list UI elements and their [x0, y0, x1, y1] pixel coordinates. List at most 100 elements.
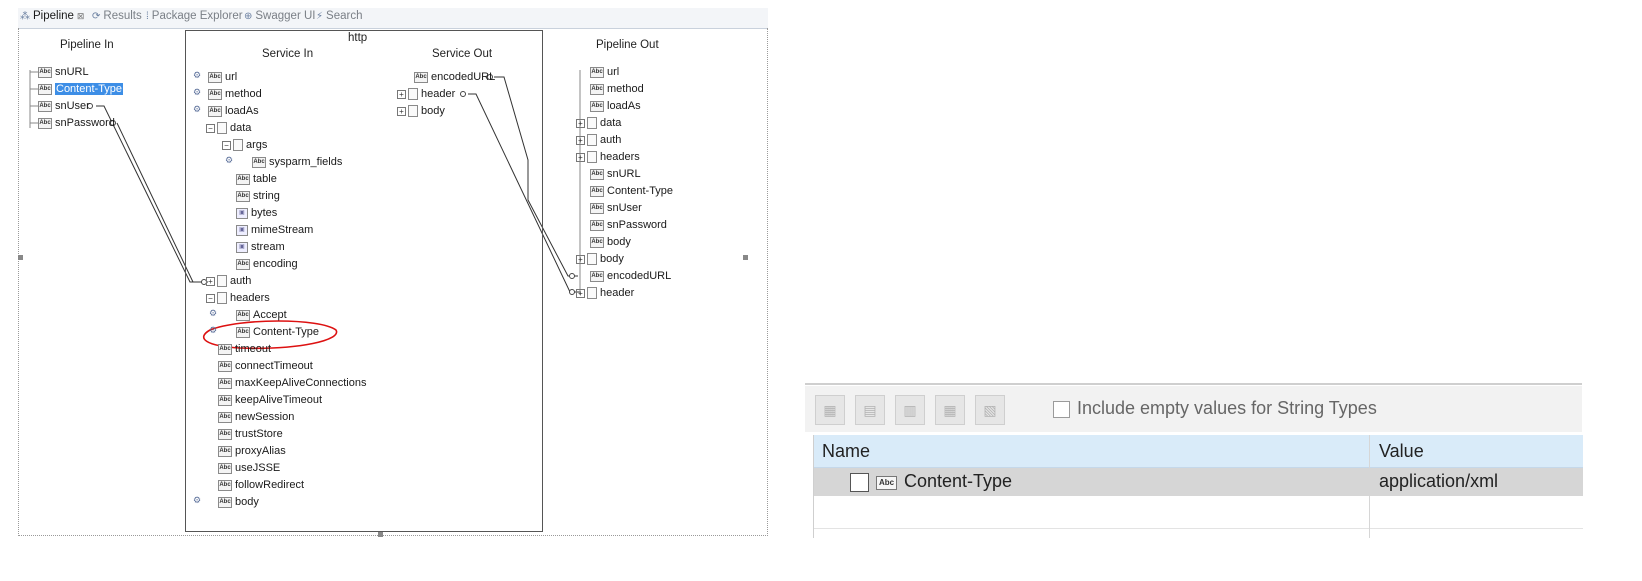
delete-column-icon[interactable]: ▥: [895, 395, 925, 425]
service-out-item[interactable]: Abc encodedURL: [414, 70, 495, 84]
string-icon: Abc: [38, 83, 52, 95]
pipeline-out-item[interactable]: + body: [576, 252, 624, 266]
document-icon: [233, 139, 243, 151]
pipeline-out-item[interactable]: Abc url: [590, 65, 619, 79]
expand-icon[interactable]: +: [576, 135, 585, 145]
expand-icon[interactable]: +: [576, 288, 585, 298]
service-in-item[interactable]: Abc followRedirect: [218, 478, 304, 492]
service-in-item[interactable]: ▣ mimeStream: [236, 223, 313, 237]
pipeline-out-item[interactable]: + header: [576, 286, 634, 300]
string-icon: Abc: [876, 476, 897, 490]
collapse-icon[interactable]: −: [222, 140, 231, 150]
pipeline-out-item[interactable]: Abc body: [590, 235, 631, 249]
expand-icon[interactable]: +: [576, 152, 585, 162]
pipeline-out-item[interactable]: + auth: [576, 133, 621, 147]
pipeline-in-item[interactable]: Abc snUser: [38, 99, 90, 113]
string-icon: Abc: [218, 394, 232, 406]
expand-icon[interactable]: +: [576, 254, 585, 264]
row-checkbox[interactable]: [850, 473, 869, 492]
string-icon: Abc: [218, 428, 232, 440]
service-in-item[interactable]: Abc newSession: [218, 410, 294, 424]
pipeline-in-item[interactable]: Abc snURL: [38, 65, 89, 79]
map-indicator-icon: ⚙: [209, 325, 218, 335]
pipeline-out-item[interactable]: Abc method: [590, 82, 644, 96]
pipeline-out-item[interactable]: Abc snURL: [590, 167, 641, 181]
pipeline-out-item[interactable]: Abc snPassword: [590, 218, 667, 232]
clear-icon[interactable]: ▧: [975, 395, 1005, 425]
document-icon: [408, 105, 418, 117]
collapse-icon[interactable]: −: [206, 123, 215, 133]
service-in-item[interactable]: Abc loadAs: [208, 104, 259, 118]
string-icon: Abc: [218, 343, 232, 355]
map-indicator-icon: ⚙: [193, 87, 202, 97]
service-in-item[interactable]: Abc keepAliveTimeout: [218, 393, 322, 407]
service-in-item[interactable]: ▣ stream: [236, 240, 285, 254]
pipeline-out-item[interactable]: + headers: [576, 150, 640, 164]
service-in-item[interactable]: + auth: [206, 274, 251, 288]
string-icon: Abc: [218, 462, 232, 474]
expand-icon[interactable]: +: [397, 106, 406, 116]
service-in-item[interactable]: − args: [222, 138, 267, 152]
expand-icon[interactable]: +: [206, 276, 215, 286]
values-table: Name Value Abc Content-Type application/…: [813, 435, 1583, 538]
pipeline-out-item[interactable]: Abc encodedURL: [590, 269, 671, 283]
row-name-cell: Content-Type: [904, 471, 1013, 491]
service-in-item[interactable]: Abc body: [218, 495, 259, 509]
string-icon: Abc: [208, 71, 222, 83]
service-in-item[interactable]: Abc timeout: [218, 342, 271, 356]
pipeline-out-title: Pipeline Out: [596, 39, 659, 51]
service-in-item[interactable]: − headers: [206, 291, 270, 305]
service-in-item[interactable]: Abc method: [208, 87, 262, 101]
document-icon: [217, 292, 227, 304]
service-out-item[interactable]: + body: [397, 104, 445, 118]
insert-row-icon[interactable]: ▦: [815, 395, 845, 425]
panel-toolbar: ▦ ▤ ▥ ▦ ▧ Include empty values for Strin…: [805, 386, 1582, 432]
string-icon: Abc: [590, 270, 604, 282]
column-header-name[interactable]: Name: [822, 441, 870, 462]
insert-column-icon[interactable]: ▤: [855, 395, 885, 425]
pipeline-in-item[interactable]: Abc Content-Type: [38, 82, 124, 96]
map-indicator-icon: ⚙: [193, 70, 202, 80]
service-in-item[interactable]: Abc url: [208, 70, 237, 84]
service-in-item[interactable]: Abc encoding: [236, 257, 298, 271]
string-icon: Abc: [236, 190, 250, 202]
service-in-item[interactable]: Abc maxKeepAliveConnections: [218, 376, 366, 390]
service-in-item[interactable]: Abc connectTimeout: [218, 359, 313, 373]
service-in-item[interactable]: Abc Accept: [236, 308, 287, 322]
document-icon: [408, 88, 418, 100]
service-in-item[interactable]: Abc string: [236, 189, 280, 203]
document-icon: [587, 253, 597, 265]
pipeline-out-item[interactable]: Abc loadAs: [590, 99, 641, 113]
pipeline-in-item[interactable]: Abc snPassword: [38, 116, 115, 130]
service-out-item[interactable]: + header: [397, 87, 455, 101]
expand-icon[interactable]: +: [576, 118, 585, 128]
column-divider[interactable]: [1369, 435, 1370, 538]
object-icon: ▣: [236, 224, 248, 236]
service-in-item[interactable]: Abc proxyAlias: [218, 444, 286, 458]
include-empty-checkbox[interactable]: [1053, 401, 1070, 418]
table-header: Name Value: [814, 435, 1583, 468]
service-in-item[interactable]: − data: [206, 121, 251, 135]
row-value-cell[interactable]: application/xml: [1379, 471, 1498, 492]
service-in-item[interactable]: Abc table: [236, 172, 277, 186]
string-icon: Abc: [218, 479, 232, 491]
document-icon: [587, 117, 597, 129]
document-icon: [587, 134, 597, 146]
table-row[interactable]: Abc Content-Type application/xml: [814, 468, 1583, 496]
pipeline-out-item[interactable]: + data: [576, 116, 621, 130]
service-in-item[interactable]: Abc sysparm_fields: [252, 155, 342, 169]
pipeline-out-item[interactable]: Abc snUser: [590, 201, 642, 215]
collapse-icon[interactable]: −: [206, 293, 215, 303]
string-icon: Abc: [218, 445, 232, 457]
service-in-item[interactable]: Abc trustStore: [218, 427, 283, 441]
string-icon: Abc: [38, 117, 52, 129]
delete-row-icon[interactable]: ▦: [935, 395, 965, 425]
service-in-item[interactable]: Abc useJSSE: [218, 461, 280, 475]
expand-icon[interactable]: +: [397, 89, 406, 99]
string-icon: Abc: [218, 411, 232, 423]
column-header-value[interactable]: Value: [1379, 441, 1424, 462]
service-in-item[interactable]: Abc Content-Type: [236, 325, 319, 339]
service-in-item[interactable]: ▣ bytes: [236, 206, 277, 220]
pipeline-out-item[interactable]: Abc Content-Type: [590, 184, 673, 198]
string-icon: Abc: [38, 100, 52, 112]
